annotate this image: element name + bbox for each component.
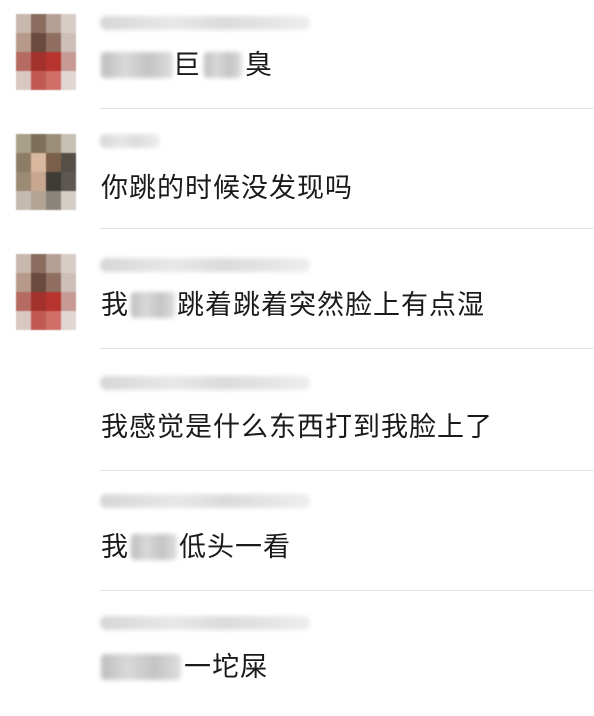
sender-name-blurred — [100, 616, 310, 630]
message-divider — [100, 108, 594, 109]
message-text: 我 跳着跳着突然脸上有点湿 — [101, 289, 485, 323]
message-text: 一坨屎 — [101, 651, 268, 685]
chat-message: 巨臭 — [0, 0, 594, 120]
message-text: 我感觉是什么东西打到我脸上了 — [101, 411, 493, 445]
chat-message: 我 低头一看 — [0, 476, 594, 596]
user-avatar[interactable] — [16, 254, 76, 330]
chat-message: 你跳的时候没发现吗 — [0, 116, 594, 236]
message-text: 你跳的时候没发现吗 — [101, 172, 353, 206]
message-text-part: 巨 — [173, 50, 201, 81]
chat-thread: 巨臭 你跳的时候没发现吗 我跳着跳着突然脸上有点湿 我感觉是什么东西打到我脸上了… — [0, 0, 594, 696]
message-divider — [100, 470, 594, 471]
message-text-part: 我 — [101, 290, 129, 321]
redacted-text — [204, 52, 242, 78]
sender-name-blurred — [100, 494, 310, 508]
message-text-part: 低头一看 — [179, 532, 291, 563]
message-text-part: 一坨屎 — [184, 652, 268, 683]
redacted-text — [131, 534, 177, 560]
message-divider — [100, 228, 594, 229]
message-text-part: 跳着跳着突然脸上有点湿 — [177, 290, 485, 321]
chat-message: 一坨屎 — [0, 596, 594, 716]
redacted-text — [101, 52, 173, 78]
user-avatar[interactable] — [16, 14, 76, 90]
message-divider — [100, 590, 594, 591]
message-text-part: 你跳的时候没发现吗 — [101, 173, 353, 204]
message-text: 巨臭 — [101, 49, 273, 83]
message-divider — [100, 348, 594, 349]
sender-name-blurred — [100, 376, 310, 390]
message-text: 我 低头一看 — [101, 531, 291, 565]
chat-message: 我感觉是什么东西打到我脸上了 — [0, 356, 594, 476]
message-text-part: 臭 — [245, 50, 273, 81]
redacted-text — [131, 292, 175, 318]
message-text-part: 我 — [101, 532, 129, 563]
sender-name-blurred — [100, 134, 160, 148]
user-avatar[interactable] — [16, 134, 76, 210]
sender-name-blurred — [100, 16, 310, 30]
chat-message: 我 跳着跳着突然脸上有点湿 — [0, 236, 594, 356]
sender-name-blurred — [100, 258, 310, 272]
redacted-text — [101, 654, 181, 680]
message-text-part: 我感觉是什么东西打到我脸上了 — [101, 412, 493, 443]
